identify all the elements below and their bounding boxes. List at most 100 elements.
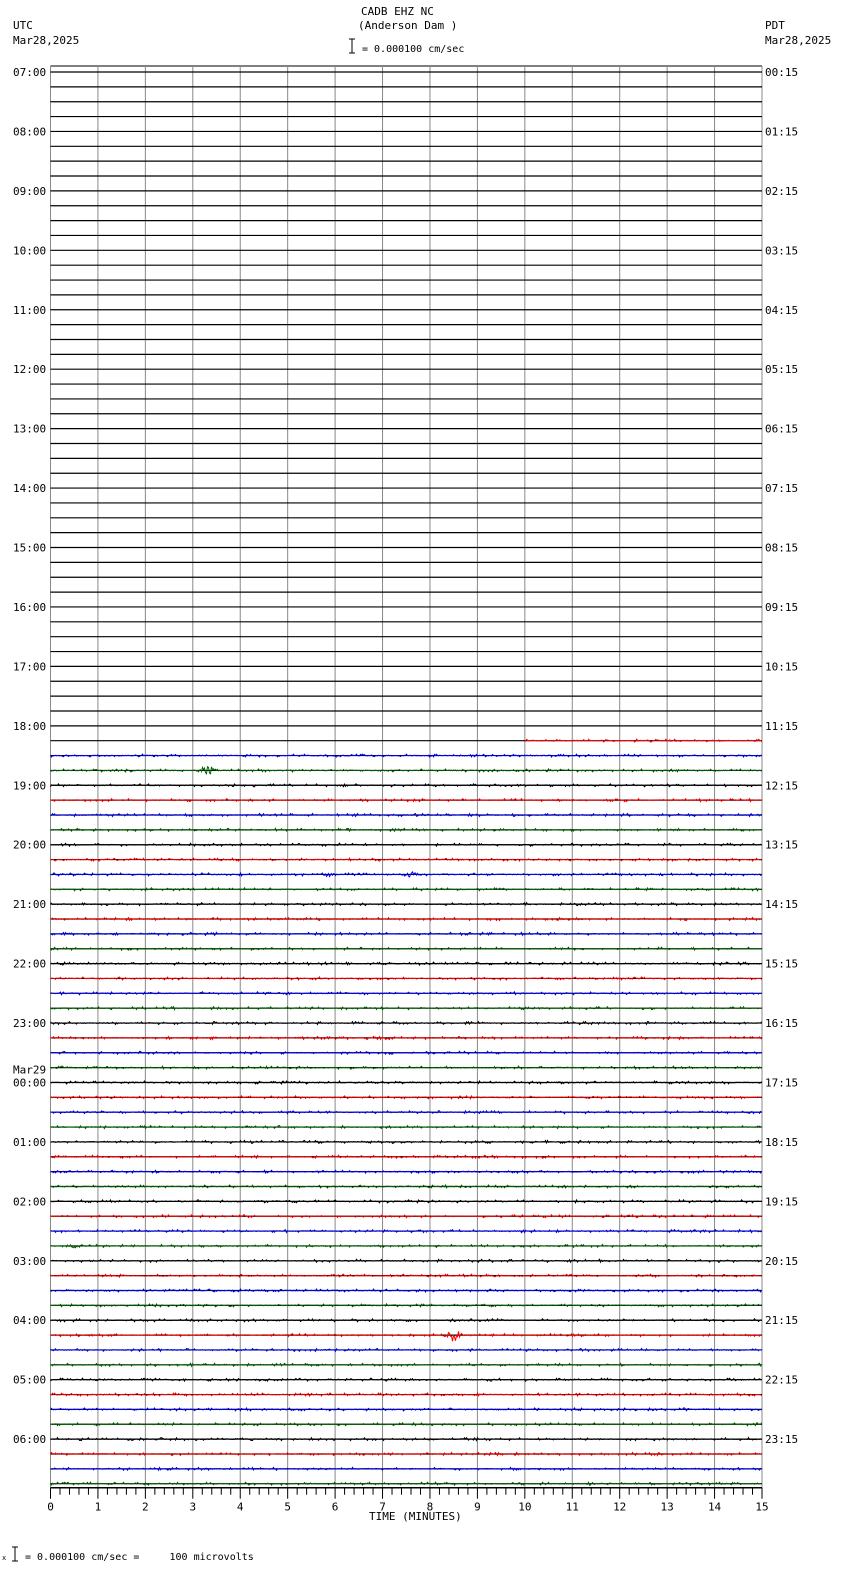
footer-scale-text: = 0.000100 cm/sec = 100 microvolts [25,1552,254,1563]
seismic-trace [50,1258,762,1264]
left-hour-label: 15:00 [13,542,46,555]
left-hour-label: 17:00 [13,660,46,673]
x-axis-label: TIME (MINUTES) [369,1510,462,1523]
left-hour-label: 12:00 [13,363,46,376]
seismic-trace [50,931,762,937]
left-hour-label: 19:00 [13,779,46,792]
left-hour-label: 03:00 [13,1255,46,1268]
x-tick-label: 6 [332,1501,339,1514]
left-hour-label: 07:00 [13,66,46,79]
right-timezone: PDT [765,19,785,32]
seismic-trace [50,765,762,776]
seismic-trace [50,1005,762,1011]
chart-subtitle: (Anderson Dam ) [358,19,457,32]
seismic-trace [50,990,762,996]
seismic-trace [50,1124,762,1130]
right-hour-label: 00:15 [765,66,798,79]
seismic-trace [50,1228,762,1234]
left-hour-label: 16:00 [13,601,46,614]
seismic-trace [50,1154,762,1160]
left-hour-label: 02:00 [13,1195,46,1208]
footer-scale-bar-icon [12,1546,18,1562]
seismic-trace [50,1302,762,1308]
right-date: Mar28,2025 [765,34,831,47]
right-hour-label: 02:15 [765,185,798,198]
left-timezone: UTC [13,19,33,32]
right-hour-label: 01:15 [765,125,798,138]
x-tick-label: 14 [708,1501,722,1514]
seismic-trace [50,812,762,818]
seismic-trace [50,1421,762,1427]
seismic-trace [50,1079,762,1085]
seismic-trace [50,1273,762,1279]
seismic-trace [50,1183,762,1190]
seismic-trace [50,961,762,967]
seismic-trace [50,1406,762,1412]
seismic-trace [50,1391,762,1398]
right-hour-label: 10:15 [765,660,798,673]
seismic-trace [50,857,762,863]
right-hour-label: 13:15 [765,839,798,852]
left-hour-label: 05:00 [13,1374,46,1387]
seismic-trace [50,976,762,981]
x-tick-label: 1 [95,1501,102,1514]
date-change-label: Mar29 [13,1063,46,1076]
x-tick-label: 12 [613,1501,626,1514]
seismic-trace [50,1347,762,1353]
footer-mark: x [2,1554,6,1562]
left-hour-label: 06:00 [13,1433,46,1446]
seismic-trace [50,1317,762,1323]
x-tick-label: 15 [755,1501,768,1514]
x-tick-label: 3 [189,1501,196,1514]
right-hour-label: 04:15 [765,304,798,317]
right-hour-label: 08:15 [765,542,798,555]
seismic-trace [524,738,763,743]
x-tick-label: 9 [474,1501,481,1514]
left-hour-label: 21:00 [13,898,46,911]
left-hour-label: 23:00 [13,1017,46,1030]
right-hour-label: 03:15 [765,244,798,257]
seismic-trace [50,782,762,788]
right-hour-label: 16:15 [765,1017,798,1030]
left-hour-label: 14:00 [13,482,46,495]
seismic-trace [50,827,762,833]
right-hour-label: 17:15 [765,1076,798,1089]
right-hour-label: 23:15 [765,1433,798,1446]
left-hour-label: 13:00 [13,423,46,436]
left-hour-label: 09:00 [13,185,46,198]
x-tick-label: 10 [518,1501,531,1514]
right-hour-label: 05:15 [765,363,798,376]
left-hour-label: 00:00 [13,1076,46,1089]
seismogram-chart: CADB EHZ NC (Anderson Dam ) = 0.000100 c… [2,5,831,1563]
scale-label: = 0.000100 cm/sec [362,44,464,55]
right-hour-label: 14:15 [765,898,798,911]
seismic-trace [50,1331,762,1342]
right-hour-label: 21:15 [765,1314,798,1327]
left-hour-label: 22:00 [13,958,46,971]
right-hour-label: 09:15 [765,601,798,614]
seismic-trace [50,1050,762,1056]
seismic-trace [50,1243,762,1249]
seismic-trace [50,1362,762,1368]
seismic-trace [50,1377,762,1383]
seismic-trace [50,946,762,952]
right-hour-label: 20:15 [765,1255,798,1268]
x-tick-label: 11 [566,1501,579,1514]
left-hour-label: 18:00 [13,720,46,733]
left-hour-label: 20:00 [13,839,46,852]
left-hour-label: 04:00 [13,1314,46,1327]
seismic-trace [50,1466,762,1472]
right-hour-label: 15:15 [765,958,798,971]
seismic-trace [50,1109,762,1115]
x-tick-label: 4 [237,1501,244,1514]
right-hour-label: 12:15 [765,779,798,792]
seismic-trace [50,886,762,892]
x-tick-label: 13 [661,1501,674,1514]
left-date: Mar28,2025 [13,34,79,47]
seismic-trace [50,797,762,803]
seismic-trace [50,1065,762,1070]
left-hour-label: 01:00 [13,1136,46,1149]
seismic-trace [50,842,762,848]
scale-bar-icon [349,38,355,54]
right-hour-label: 06:15 [765,423,798,436]
